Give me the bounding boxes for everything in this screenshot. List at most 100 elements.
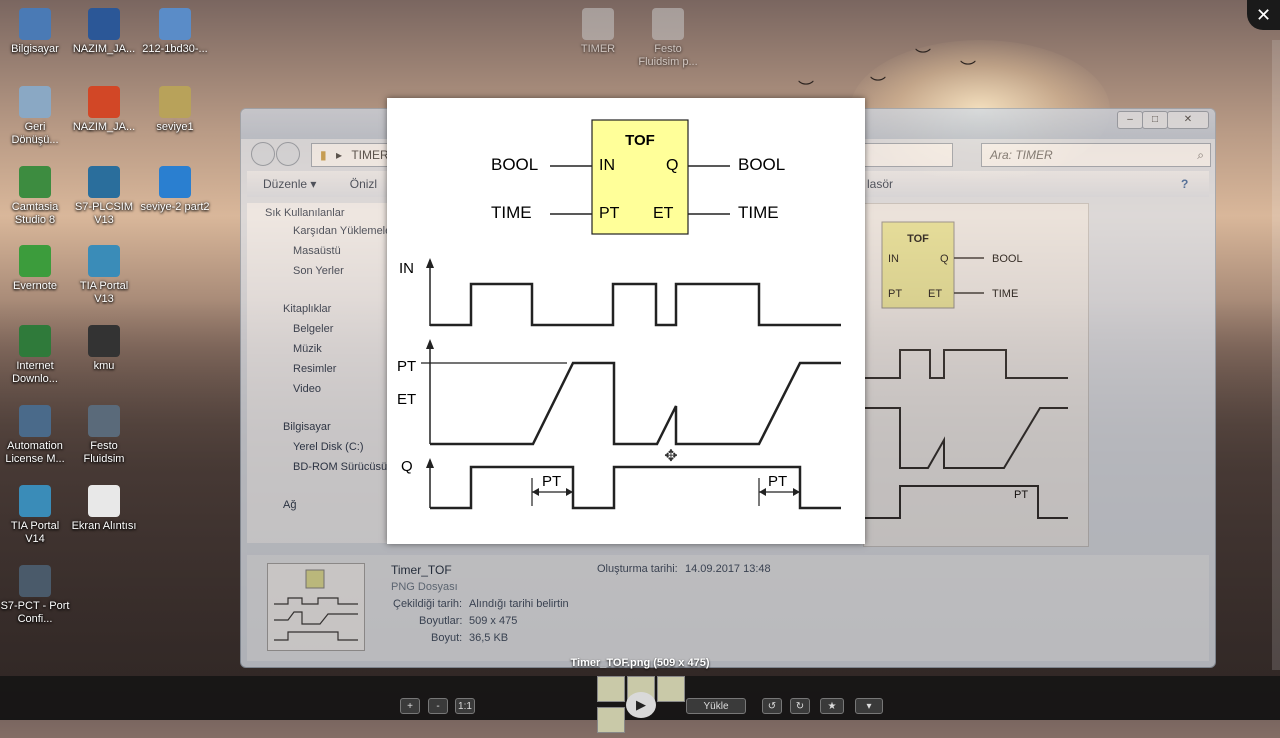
desktop-icon[interactable]: Festo Fluidsim p... (633, 8, 703, 69)
details-size-value: 36,5 KB (469, 632, 509, 644)
details-created-value: 14.09.2017 13:48 (685, 563, 771, 575)
desktop-icon[interactable]: TIMER (563, 8, 633, 56)
left-in-type: BOOL (491, 155, 538, 174)
tof-output-q: Q (666, 157, 678, 174)
desktop-icon-label: Internet Downlo... (12, 360, 58, 385)
desktop-icon-label: TIMER (580, 43, 616, 55)
desktop-icon[interactable]: Automation License M... (0, 405, 70, 466)
recycle-bin-icon (19, 86, 51, 118)
desktop-icon[interactable]: NAZIM_JA... (69, 8, 139, 56)
address-arrow-icon: ▸ (335, 148, 342, 162)
desktop-icon[interactable]: Festo Fluidsim (69, 405, 139, 466)
image-caption: Timer_TOF.png (509 x 475) (570, 657, 710, 669)
desktop-icon[interactable]: Geri Dönüşü... (0, 86, 70, 147)
desktop-icon[interactable]: kmu (69, 325, 139, 373)
nav-item-video[interactable]: Video (293, 383, 321, 395)
desktop-icon[interactable]: Evernote (0, 245, 70, 293)
maximize-button[interactable]: □ (1142, 111, 1168, 129)
desktop-icon[interactable]: Camtasia Studio 8 (0, 166, 70, 227)
close-window-button[interactable]: ✕ (1167, 111, 1209, 129)
tof-diagram: TOF IN PT Q ET BOOL TIME BOOL TIME IN PT… (397, 119, 841, 510)
details-dimensions-value: 509 x 475 (469, 615, 518, 627)
nav-item-desktop[interactable]: Masaüstü (293, 245, 341, 257)
desktop-icon[interactable]: seviye1 (140, 86, 210, 134)
nav-item-music[interactable]: Müzik (293, 343, 322, 355)
nav-item-downloads[interactable]: Karşıdan Yüklemeler (293, 225, 395, 237)
right-q-type: BOOL (738, 155, 785, 174)
image-icon (88, 325, 120, 357)
desktop-icon[interactable]: NAZIM_JA... (69, 86, 139, 134)
details-created-label: Oluşturma tarihi: (597, 563, 678, 575)
desktop-icon[interactable]: Internet Downlo... (0, 325, 70, 386)
address-path: TIMER (351, 148, 389, 162)
desktop-icon[interactable]: S7-PCT - Port Confi... (0, 565, 70, 626)
bird-icon: ︶ (870, 77, 887, 94)
nav-item-bd-rom[interactable]: BD-ROM Sürücüsü (293, 461, 387, 473)
preview-bool-label: BOOL (992, 253, 1023, 265)
thumbnail[interactable] (657, 676, 685, 702)
more-options-button[interactable]: ▾ (855, 698, 883, 714)
desktop-icon[interactable]: seviye-2 part2 (140, 166, 210, 214)
preview-pane-diagram: TOF IN Q PT ET BOOL TIME PT (864, 221, 1068, 519)
desktop-icon-label: NAZIM_JA... (72, 121, 136, 133)
nav-item-pictures[interactable]: Resimler (293, 363, 336, 375)
search-input[interactable]: Ara: TIMER ⌕ (981, 143, 1211, 167)
license-icon (19, 405, 51, 437)
desktop-icon[interactable]: S7-PLCSIM V13 (69, 166, 139, 227)
help-icon[interactable]: ? (1181, 171, 1188, 197)
file-thumbnail (267, 563, 365, 651)
desktop-icon[interactable]: TIA Portal V14 (0, 485, 70, 546)
details-dimensions-label: Boyutlar: (419, 615, 463, 627)
desktop-icon-label: seviye-2 part2 (140, 201, 210, 213)
thumbnail[interactable] (597, 707, 625, 733)
desktop-icon-label: TIA Portal V14 (10, 520, 60, 545)
desktop-icon-label: S7-PCT - Port Confi... (0, 600, 70, 625)
nav-item-network[interactable]: Ağ (283, 499, 296, 511)
thumbnail[interactable] (597, 676, 625, 702)
upload-button[interactable]: Yükle (686, 698, 746, 714)
rotate-right-button[interactable]: ↻ (790, 698, 810, 714)
organize-button[interactable]: Düzenle (263, 177, 307, 191)
slideshow-button[interactable]: lasör (867, 171, 893, 197)
desktop-icon[interactable]: Ekran Alıntısı (69, 485, 139, 533)
forward-button[interactable] (276, 142, 300, 166)
timing-et-label: ET (397, 391, 416, 408)
nav-libraries-header[interactable]: Kitaplıklar (283, 303, 331, 315)
desktop-icon[interactable]: 212-1bd30-... (140, 8, 210, 56)
preview-button[interactable]: Önizl (350, 177, 377, 191)
actual-size-button[interactable]: 1:1 (455, 698, 475, 714)
nav-computer-header[interactable]: Bilgisayar (283, 421, 331, 433)
desktop-icon[interactable]: Bilgisayar (0, 8, 70, 56)
vertical-scrollbar[interactable] (1272, 40, 1280, 670)
nav-item-documents[interactable]: Belgeler (293, 323, 333, 335)
nav-favorites-header[interactable]: Sık Kullanılanlar (265, 207, 345, 219)
minimize-button[interactable]: – (1117, 111, 1143, 129)
back-button[interactable] (251, 142, 275, 166)
details-size-label: Boyut: (431, 632, 463, 644)
zoom-out-button[interactable]: - (428, 698, 448, 714)
rotate-left-button[interactable]: ↺ (762, 698, 782, 714)
favorite-button[interactable]: ★ (820, 698, 844, 714)
nav-item-recent[interactable]: Son Yerler (293, 265, 344, 277)
details-date-taken-value[interactable]: Alındığı tarihi belirtin (469, 598, 569, 610)
preview-in-waveform (864, 349, 1068, 379)
desktop-icon-label: Evernote (12, 280, 58, 292)
nav-item-local-disk[interactable]: Yerel Disk (C:) (293, 441, 364, 453)
desktop-icon-label: Automation License M... (5, 440, 65, 465)
navigation-pane: Sık Kullanılanlar Karşıdan Yüklemeler Ma… (247, 203, 395, 543)
bird-icon: ︶ (798, 81, 815, 98)
timing-pt-label: PT (397, 358, 416, 375)
desktop-icon-label: TIA Portal V13 (79, 280, 129, 305)
desktop-icon[interactable]: TIA Portal V13 (69, 245, 139, 306)
preview-block-title: TOF (907, 233, 929, 245)
camtasia-icon (19, 166, 51, 198)
image-viewer[interactable]: TOF IN PT Q ET BOOL TIME BOOL TIME IN PT… (387, 98, 865, 544)
zoom-in-button[interactable]: + (400, 698, 420, 714)
archive-icon (159, 86, 191, 118)
play-slideshow-button[interactable]: ▶ (626, 692, 656, 718)
pt-marker-2: PT (768, 473, 787, 490)
preview-et-waveform (864, 407, 1068, 469)
in-waveform (430, 282, 841, 327)
viewer-close-button[interactable]: ✕ (1247, 0, 1280, 30)
tof-input-in: IN (599, 157, 615, 174)
